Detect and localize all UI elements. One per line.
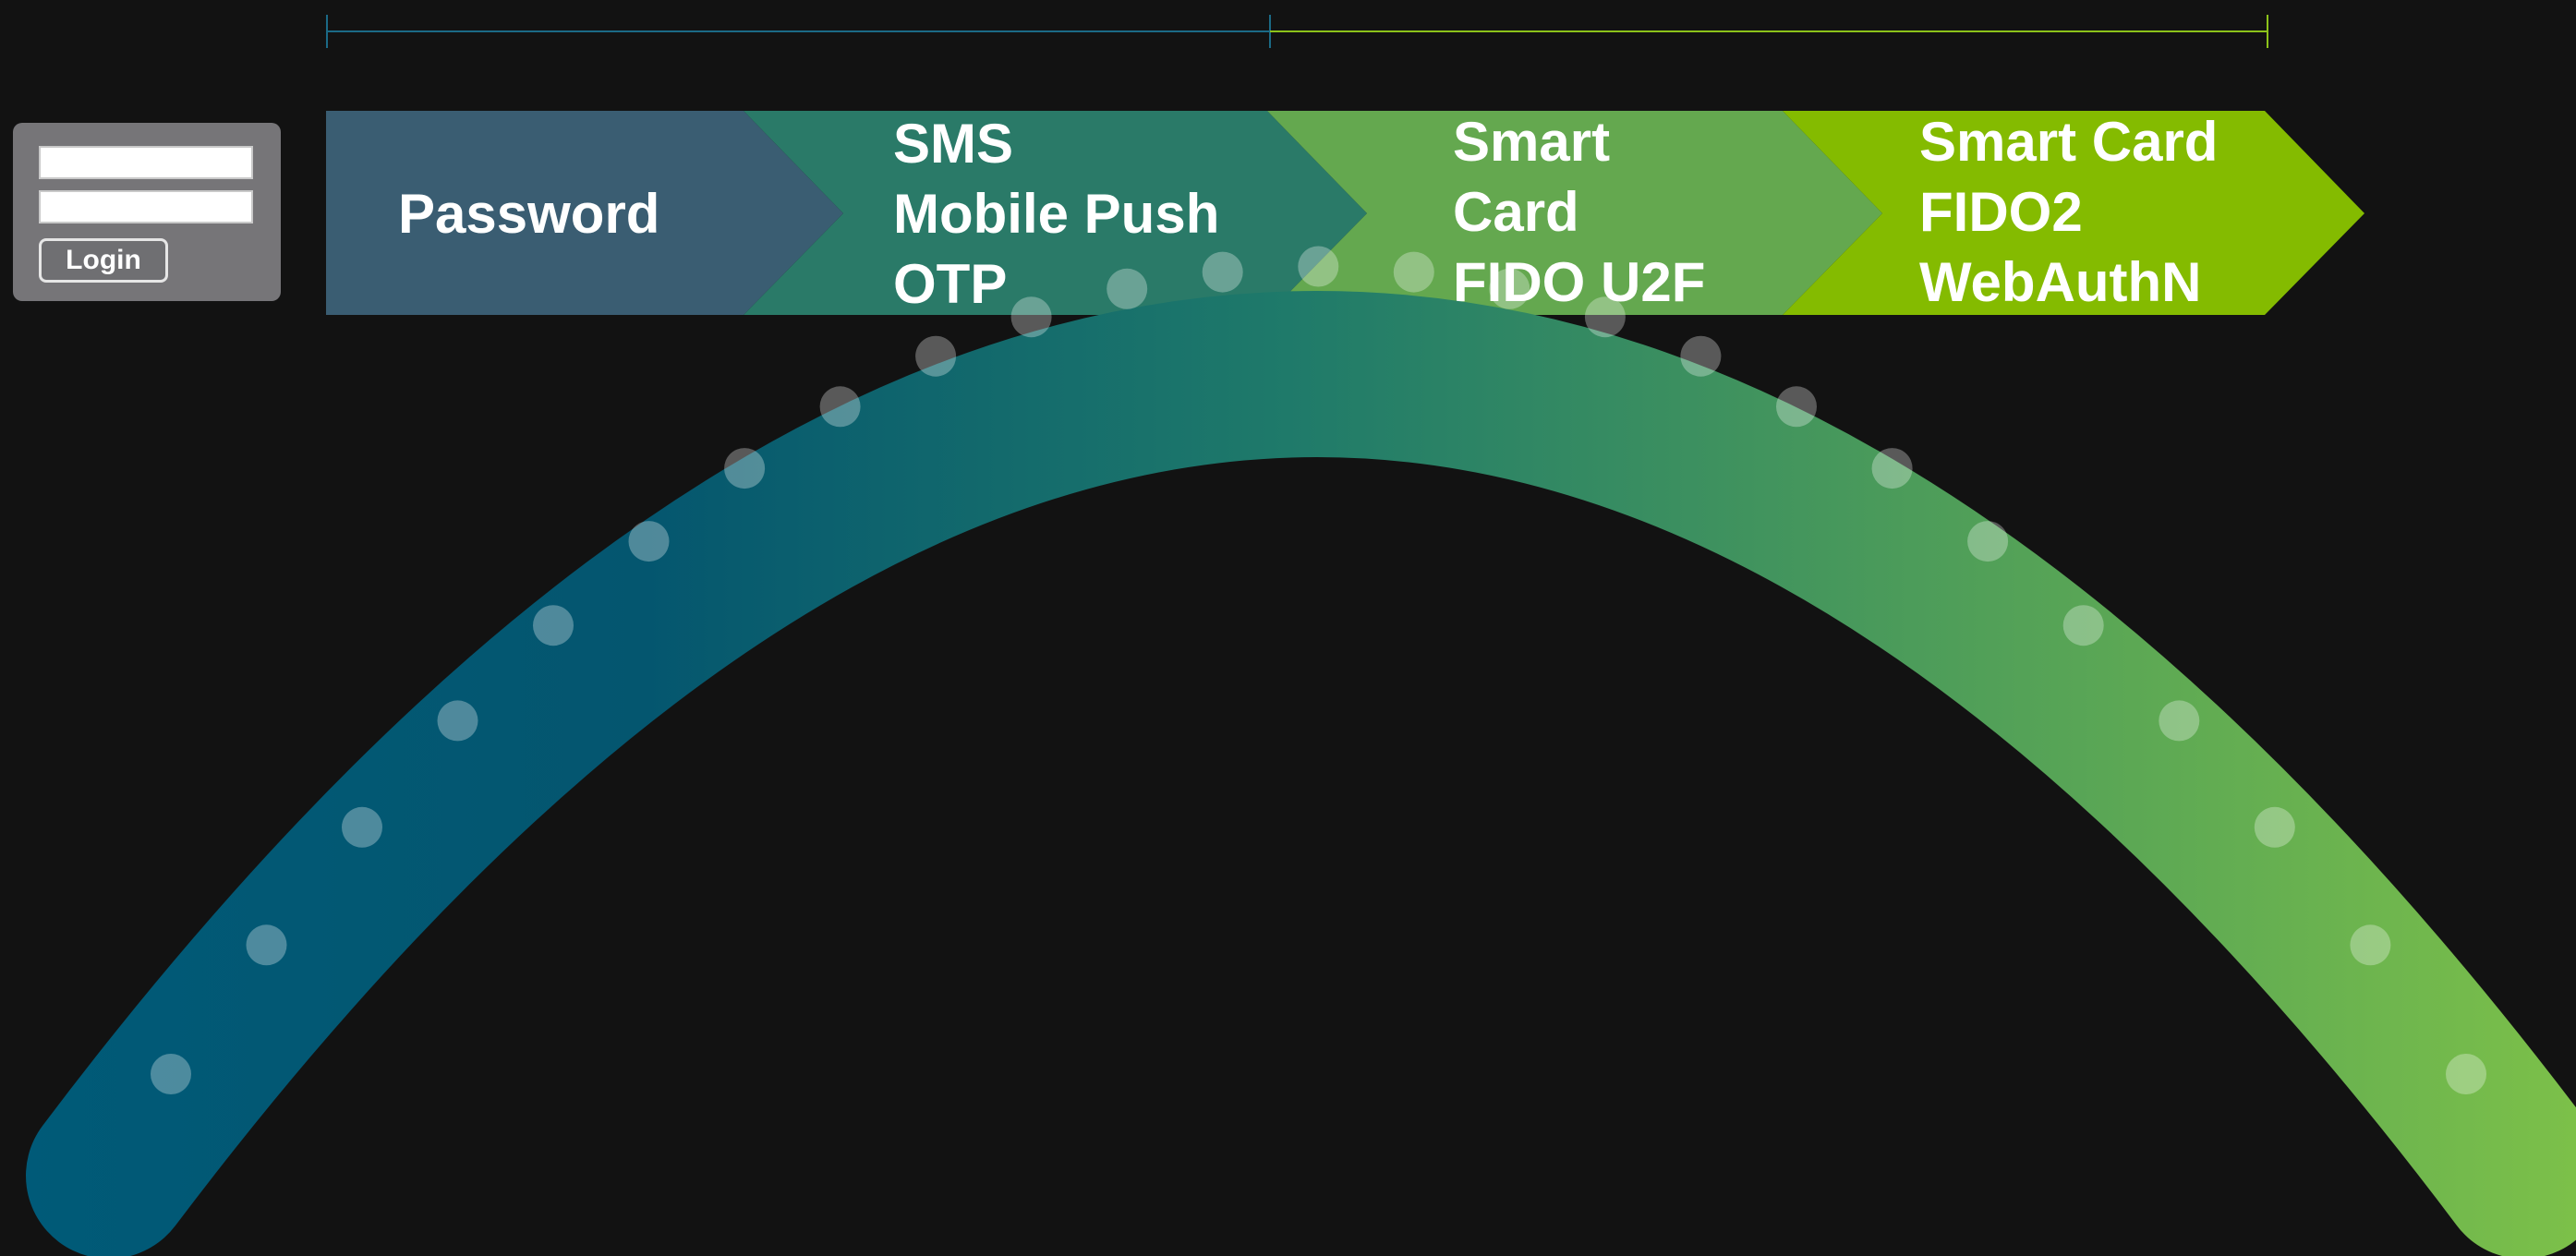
arc-dot: [1298, 246, 1339, 287]
security-progress-arc: [26, 246, 2576, 1256]
arc-dot: [2254, 806, 2295, 848]
arc-dot: [2159, 700, 2200, 742]
arc-dot: [819, 386, 861, 428]
auth-evolution-diagram: Login Password SMS Mobile Push OTP Smart…: [0, 0, 2576, 1256]
arc-dot: [1489, 268, 1530, 309]
arc-dot: [2350, 924, 2391, 966]
arc-dot: [1010, 296, 1052, 338]
arc-dot: [437, 700, 478, 742]
arc-dot: [724, 448, 766, 489]
arc-dot: [2446, 1054, 2486, 1094]
arc-dot: [151, 1054, 191, 1094]
arc-dot: [1776, 386, 1817, 428]
arc-dot: [246, 924, 287, 966]
arc-dot: [342, 806, 382, 848]
arc-dot: [1584, 296, 1626, 338]
arc-dot: [1107, 268, 1148, 309]
arc-dot: [533, 605, 574, 646]
arc-dot: [1202, 251, 1243, 293]
arc-dot: [1680, 335, 1722, 377]
arc-band: [26, 291, 2576, 1256]
arc-dot: [1871, 448, 1913, 489]
arc-dot: [915, 335, 957, 377]
arc-dot: [628, 521, 670, 562]
arc-dot: [1393, 251, 1434, 293]
arc-dot: [1967, 521, 2009, 562]
arc-dot: [2062, 605, 2104, 646]
